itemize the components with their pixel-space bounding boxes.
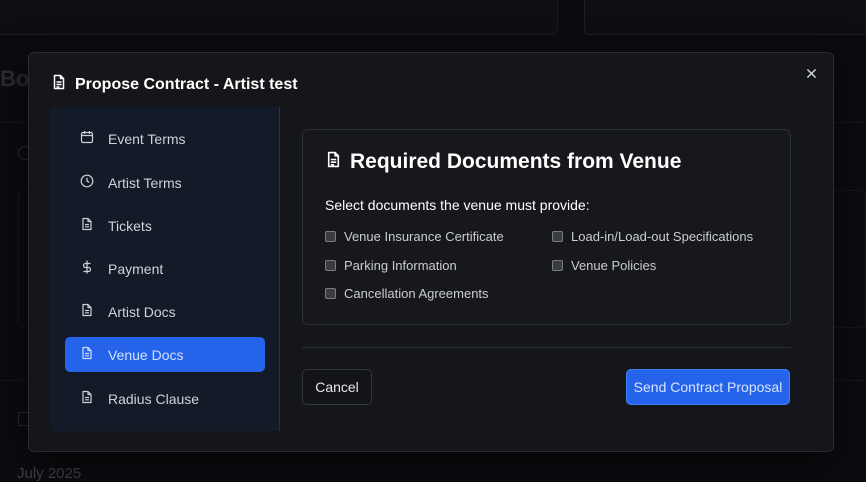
checkbox-label: Venue Policies bbox=[571, 258, 657, 273]
calendar-icon bbox=[80, 130, 94, 147]
modal-title: Propose Contract - Artist test bbox=[51, 74, 298, 95]
checkbox-load-in-specifications[interactable]: Load-in/Load-out Specifications bbox=[552, 229, 753, 244]
close-icon[interactable] bbox=[806, 66, 817, 84]
checkbox[interactable] bbox=[325, 260, 336, 271]
background-card bbox=[584, 0, 866, 35]
section-title: Required Documents from Venue bbox=[325, 150, 681, 174]
section-subtitle: Select documents the venue must provide: bbox=[325, 197, 590, 213]
dollar-icon bbox=[80, 260, 94, 277]
footer-divider bbox=[302, 347, 791, 348]
send-contract-proposal-button[interactable]: Send Contract Proposal bbox=[626, 369, 790, 405]
section-title-text: Required Documents from Venue bbox=[350, 150, 682, 173]
checkbox-label: Parking Information bbox=[344, 258, 457, 273]
background-card bbox=[0, 0, 558, 35]
sidebar-item-label: Tickets bbox=[108, 217, 152, 234]
checkbox-label: Cancellation Agreements bbox=[344, 286, 489, 301]
sidebar-item-label: Venue Docs bbox=[108, 346, 184, 363]
sidebar-item-label: Payment bbox=[108, 260, 164, 277]
sidebar-item-artist-terms[interactable]: Artist Terms bbox=[65, 165, 265, 200]
sidebar-item-venue-docs[interactable]: Venue Docs bbox=[65, 337, 265, 372]
document-icon bbox=[325, 150, 342, 174]
required-documents-card: Required Documents from Venue Select doc… bbox=[302, 129, 791, 325]
sidebar-item-payment[interactable]: Payment bbox=[65, 251, 265, 286]
checkbox[interactable] bbox=[552, 260, 563, 271]
cancel-button[interactable]: Cancel bbox=[302, 369, 372, 405]
checkbox[interactable] bbox=[552, 231, 563, 242]
background-month-label: July 2025 bbox=[17, 465, 82, 482]
sidebar-item-artist-docs[interactable]: Artist Docs bbox=[65, 294, 265, 329]
sidebar-item-label: Artist Terms bbox=[108, 174, 182, 191]
sidebar-item-label: Artist Docs bbox=[108, 303, 176, 320]
sidebar-item-tickets[interactable]: Tickets bbox=[65, 208, 265, 243]
checkbox-label: Load-in/Load-out Specifications bbox=[571, 229, 754, 244]
checkbox-venue-policies[interactable]: Venue Policies bbox=[552, 258, 656, 273]
checkbox[interactable] bbox=[325, 288, 336, 299]
checkbox-label: Venue Insurance Certificate bbox=[344, 229, 504, 244]
checkbox[interactable] bbox=[325, 231, 336, 242]
document-icon bbox=[51, 74, 67, 95]
sidebar-item-label: Event Terms bbox=[108, 130, 186, 147]
contract-sections-sidebar: Event Terms Artist Terms Tickets Payment… bbox=[50, 107, 280, 431]
close-button[interactable] bbox=[803, 67, 819, 83]
document-icon bbox=[80, 303, 94, 320]
modal-title-text: Propose Contract - Artist test bbox=[75, 75, 298, 93]
sidebar-item-radius-clause[interactable]: Radius Clause bbox=[65, 381, 265, 416]
checkbox-cancellation-agreements[interactable]: Cancellation Agreements bbox=[325, 286, 489, 301]
sidebar-item-label: Radius Clause bbox=[108, 390, 200, 407]
checkbox-parking-information[interactable]: Parking Information bbox=[325, 258, 457, 273]
document-icon bbox=[80, 217, 94, 234]
sidebar-item-event-terms[interactable]: Event Terms bbox=[65, 121, 265, 156]
propose-contract-modal: Propose Contract - Artist test Event Ter… bbox=[28, 52, 834, 452]
document-icon bbox=[80, 390, 94, 407]
checkbox-venue-insurance-certificate[interactable]: Venue Insurance Certificate bbox=[325, 229, 504, 244]
document-icon bbox=[80, 346, 94, 363]
clock-icon bbox=[80, 174, 94, 191]
